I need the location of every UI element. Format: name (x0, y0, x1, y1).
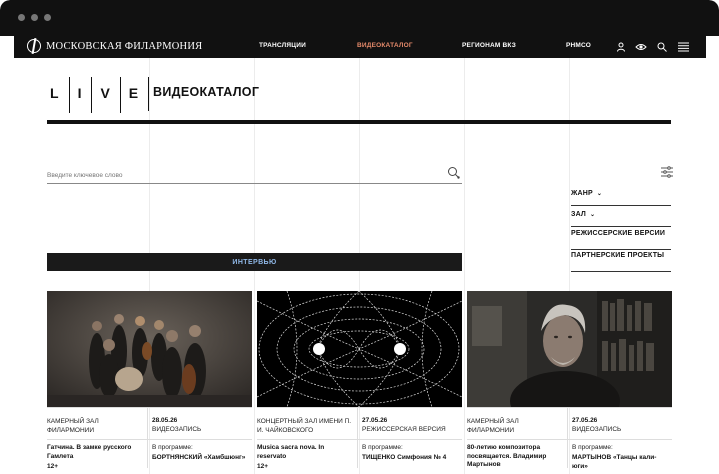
card-title[interactable]: Musica sacra nova. In reservato (257, 444, 355, 461)
card-title[interactable]: 80-летию композитора посвящается. Владим… (467, 444, 565, 470)
card-program: МАРТЫНОВ «Танцы кали-юги» (572, 454, 657, 470)
video-card[interactable]: КАМЕРНЫЙ ЗАЛ ФИЛАРМОНИИ 27.05.26 ВИДЕОЗА… (467, 291, 672, 474)
card-hall: КОНЦЕРТНЫЙ ЗАЛ ИМЕНИ П. И. ЧАЙКОВСКОГО (257, 418, 352, 434)
video-thumbnail[interactable] (467, 291, 672, 407)
card-program-label: В программе: (362, 444, 403, 451)
live-letter: V (91, 77, 119, 113)
filter-director-versions-label: РЕЖИССЕРСКИЕ ВЕРСИИ (571, 230, 666, 237)
filter-director-versions[interactable]: РЕЖИССЕРСКИЕ ВЕРСИИ (571, 229, 671, 250)
card-separator (467, 439, 672, 440)
browser-window: МОСКОВСКАЯ ФИЛАРМОНИЯ ТРАНСЛЯЦИИ ВИДЕОКА… (0, 0, 719, 474)
nav-link-broadcasts[interactable]: ТРАНСЛЯЦИИ (259, 42, 306, 49)
card-kind: РЕЖИССЕРСКАЯ ВЕРСИЯ (362, 426, 446, 433)
eye-icon[interactable] (634, 40, 648, 54)
filter-hall-label: ЗАЛ (571, 211, 587, 218)
top-navigation: МОСКОВСКАЯ ФИЛАРМОНИЯ ТРАНСЛЯЦИИ ВИДЕОКА… (14, 36, 706, 58)
card-divider (357, 408, 358, 468)
filter-settings-icon[interactable] (661, 165, 673, 183)
card-date: 27.05.26 (572, 417, 598, 424)
nav-link-videocatalog[interactable]: ВИДЕОКАТАЛОГ (357, 42, 413, 49)
live-logo: L I V E (47, 77, 150, 117)
card-date: 28.05.26 (152, 417, 178, 424)
card-age-rating: 12+ (47, 463, 59, 470)
filter-genre-label: ЖАНР (571, 190, 593, 197)
close-dot[interactable] (18, 14, 25, 21)
search-input[interactable] (47, 167, 437, 184)
live-letter: I (68, 77, 92, 113)
card-program-label: В программе: (152, 444, 193, 451)
search-icon[interactable] (447, 166, 460, 184)
filter-partner-projects[interactable]: ПАРТНЕРСКИЕ ПРОЕКТЫ (571, 251, 671, 272)
interview-button[interactable]: ИНТЕРВЬЮ (47, 253, 462, 271)
video-card[interactable]: КОНЦЕРТНЫЙ ЗАЛ ИМЕНИ П. И. ЧАЙКОВСКОГО 2… (257, 291, 462, 474)
page-title: ВИДЕОКАТАЛОГ (153, 85, 260, 99)
card-title[interactable]: Гатчина. В замке русского Гамлета (47, 444, 145, 461)
main-content: L I V E ВИДЕОКАТАЛОГ ЖАНР⌄ ЗАЛ⌄ (14, 58, 706, 474)
card-meta (467, 407, 672, 408)
user-icon[interactable] (614, 40, 628, 54)
card-kind: ВИДЕОЗАПИСЬ (572, 426, 622, 433)
site-logo[interactable]: МОСКОВСКАЯ ФИЛАРМОНИЯ (27, 39, 202, 53)
card-kind: ВИДЕОЗАПИСЬ (152, 426, 202, 433)
live-divider (148, 77, 150, 111)
card-divider (147, 408, 148, 468)
nav-link-regions[interactable]: РЕГИОНАМ ВКЗ (462, 42, 516, 49)
video-thumbnail[interactable] (47, 291, 252, 407)
card-meta (257, 407, 462, 408)
card-divider (567, 408, 568, 468)
card-hall: КАМЕРНЫЙ ЗАЛ ФИЛАРМОНИИ (467, 418, 519, 434)
logo-text: МОСКОВСКАЯ ФИЛАРМОНИЯ (46, 40, 203, 52)
card-date: 27.05.26 (362, 417, 388, 424)
nav-link-rnmso[interactable]: РНМСО (566, 42, 591, 49)
filter-hall[interactable]: ЗАЛ ⌄ (571, 211, 671, 227)
card-age-rating: 12+ (257, 463, 269, 470)
filter-genre[interactable]: ЖАНР ⌄ (571, 190, 671, 206)
maximize-dot[interactable] (44, 14, 51, 21)
menu-icon[interactable] (676, 40, 690, 54)
search-icon[interactable] (655, 40, 669, 54)
minimize-dot[interactable] (31, 14, 38, 21)
card-program: ТИЩЕНКО Симфония № 4 (362, 454, 447, 461)
browser-chrome (0, 0, 719, 36)
card-program-label: В программе: (572, 444, 613, 451)
filter-partner-projects-label: ПАРТНЕРСКИЕ ПРОЕКТЫ (571, 252, 665, 259)
card-hall: КАМЕРНЫЙ ЗАЛ ФИЛАРМОНИИ (47, 418, 99, 434)
philharmonic-logo-icon (27, 39, 41, 53)
window-controls (18, 14, 51, 21)
card-separator (47, 439, 252, 440)
video-card[interactable]: КАМЕРНЫЙ ЗАЛ ФИЛАРМОНИИ 28.05.26 ВИДЕОЗА… (47, 291, 252, 474)
live-letter: E (119, 77, 148, 113)
video-thumbnail[interactable] (257, 291, 462, 407)
card-program: БОРТНЯНСКИЙ «Хамбшюнг» (152, 454, 246, 461)
search-bar (47, 164, 462, 184)
header-divider (47, 120, 671, 124)
chevron-down-icon: ⌄ (590, 212, 596, 218)
live-letter: L (50, 85, 61, 101)
card-meta (47, 407, 252, 408)
card-separator (257, 439, 462, 440)
chevron-down-icon: ⌄ (596, 191, 603, 197)
